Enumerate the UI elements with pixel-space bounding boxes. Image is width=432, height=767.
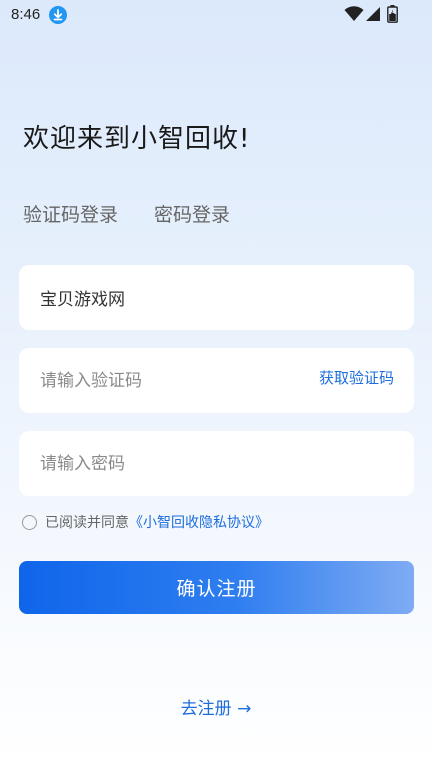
confirm-register-button[interactable]: 确认注册 <box>19 561 414 614</box>
status-time: 8:46 <box>11 6 41 23</box>
status-bar: 8:46 <box>0 0 432 30</box>
get-code-button[interactable]: 获取验证码 <box>319 367 394 388</box>
password-input[interactable] <box>40 431 320 496</box>
privacy-policy-link[interactable]: 《小智回收隐私协议》 <box>129 512 269 532</box>
agreement-row: 已阅读并同意 《小智回收隐私协议》 <box>22 513 269 531</box>
signal-icon <box>366 7 380 21</box>
tab-sms-login[interactable]: 验证码登录 <box>23 200 118 227</box>
phone-input[interactable] <box>40 265 320 330</box>
welcome-title: 欢迎来到小智回收! <box>23 124 251 154</box>
code-input[interactable] <box>40 348 320 413</box>
password-field <box>19 431 414 496</box>
tab-password-login[interactable]: 密码登录 <box>154 200 230 227</box>
wifi-icon <box>344 6 364 21</box>
agree-radio[interactable] <box>22 514 37 530</box>
download-icon <box>49 6 67 24</box>
agreement-text: 已阅读并同意 <box>45 515 129 531</box>
code-field: 获取验证码 <box>19 348 414 413</box>
battery-icon <box>387 5 398 23</box>
go-register-link[interactable]: 去注册 → <box>0 694 432 719</box>
phone-field <box>19 265 414 330</box>
